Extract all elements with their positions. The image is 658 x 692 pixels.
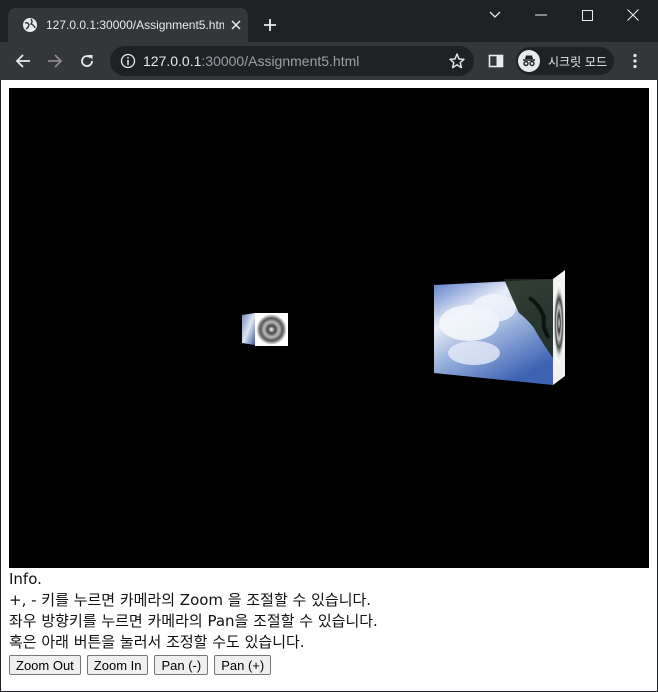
pan-plus-button[interactable]: Pan (+) <box>214 655 272 675</box>
incognito-icon <box>518 50 540 72</box>
pan-minus-button[interactable]: Pan (-) <box>154 655 209 675</box>
back-icon[interactable] <box>11 49 35 73</box>
incognito-badge[interactable]: 시크릿 모드 <box>516 47 614 75</box>
info-text-block: Info. +, - 키를 누르면 카메라의 Zoom 을 조절할 수 있습니다… <box>9 569 378 653</box>
globe-icon <box>22 17 38 33</box>
bookmark-star-icon[interactable] <box>448 52 466 70</box>
zoom-in-button[interactable]: Zoom In <box>86 655 149 675</box>
zoom-out-button[interactable]: Zoom Out <box>9 655 81 675</box>
site-info-icon[interactable] <box>120 53 136 69</box>
incognito-label: 시크릿 모드 <box>548 54 608 69</box>
close-window-icon[interactable] <box>610 0 656 30</box>
new-tab-icon[interactable] <box>260 15 280 35</box>
info-line-buttons: 혹은 아래 버튼을 눌러서 조정할 수도 있습니다. <box>9 633 305 651</box>
more-menu-icon[interactable] <box>626 52 644 70</box>
tab-title: 127.0.0.1:30000/Assignment5.html <box>46 18 224 32</box>
maximize-icon[interactable] <box>564 0 610 30</box>
page-content: Info. +, - 키를 누르면 카메라의 Zoom 을 조절할 수 있습니다… <box>1 80 657 691</box>
url-text: 127.0.0.1:30000/Assignment5.html <box>143 53 359 69</box>
url-path: :30000/Assignment5.html <box>201 53 360 69</box>
browser-toolbar: 127.0.0.1:30000/Assignment5.html 시크릿 모드 <box>0 42 658 80</box>
info-line-pan: 좌우 방향키를 누르면 카메라의 Pan을 조절할 수 있습니다. <box>9 612 378 630</box>
side-panel-icon[interactable] <box>487 52 505 70</box>
info-heading: Info. <box>9 570 42 588</box>
webgl-canvas[interactable] <box>9 88 649 568</box>
minimize-icon[interactable] <box>518 0 564 30</box>
url-host: 127.0.0.1 <box>143 53 202 69</box>
forward-icon[interactable] <box>43 49 67 73</box>
tab-search-icon[interactable] <box>472 0 518 30</box>
control-buttons: Zoom Out Zoom In Pan (-) Pan (+) <box>9 655 272 675</box>
info-line-zoom: +, - 키를 누르면 카메라의 Zoom 을 조절할 수 있습니다. <box>9 591 372 609</box>
browser-tab[interactable]: 127.0.0.1:30000/Assignment5.html <box>8 8 248 42</box>
close-tab-icon[interactable] <box>228 17 244 33</box>
tab-strip: 127.0.0.1:30000/Assignment5.html <box>0 0 658 42</box>
reload-icon[interactable] <box>75 49 99 73</box>
small-cube <box>242 313 288 346</box>
large-cube <box>434 270 565 385</box>
address-bar[interactable]: 127.0.0.1:30000/Assignment5.html <box>110 46 474 76</box>
